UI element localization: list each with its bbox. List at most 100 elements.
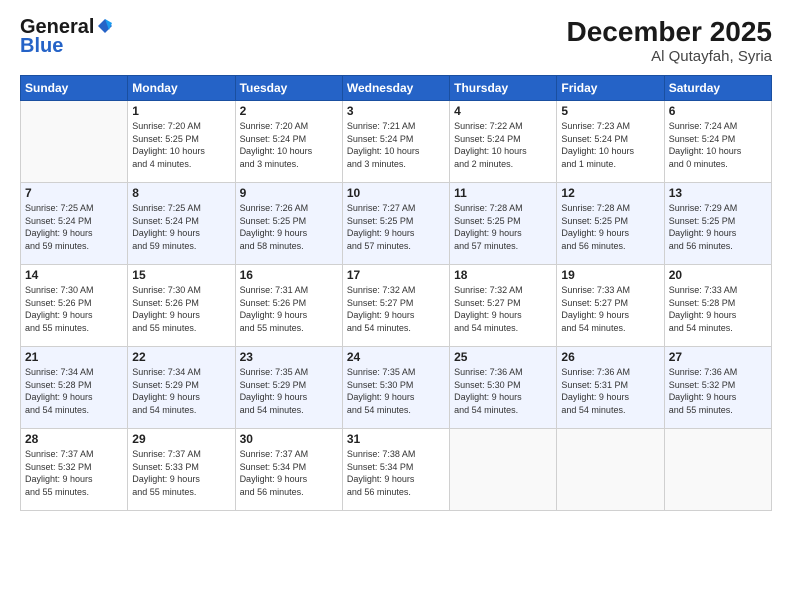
calendar-cell: 30 Sunrise: 7:37 AM Sunset: 5:34 PM Dayli… <box>235 429 342 511</box>
calendar-cell: 26Sunrise: 7:36 AM Sunset: 5:31 PM Dayli… <box>557 347 664 429</box>
cell-content: Sunrise: 7:36 AM Sunset: 5:32 PM Dayligh… <box>669 366 767 416</box>
logo: General Blue <box>20 16 114 58</box>
day-number: 7 <box>25 186 123 200</box>
cell-content: Sunrise: 7:30 AM Sunset: 5:26 PM Dayligh… <box>25 284 123 334</box>
day-number: 17 <box>347 268 445 282</box>
weekday-header: Monday <box>128 76 235 101</box>
cell-content: Sunrise: 7:28 AM Sunset: 5:25 PM Dayligh… <box>561 202 659 252</box>
calendar-cell: 5Sunrise: 7:23 AM Sunset: 5:24 PM Daylig… <box>557 101 664 183</box>
calendar-cell: 12 Sunrise: 7:28 AM Sunset: 5:25 PM Dayli… <box>557 183 664 265</box>
calendar-cell: 20 Sunrise: 7:33 AM Sunset: 5:28 PM Dayli… <box>664 265 771 347</box>
calendar-cell: 7Sunrise: 7:25 AM Sunset: 5:24 PM Daylig… <box>21 183 128 265</box>
weekday-header: Tuesday <box>235 76 342 101</box>
calendar-cell: 10 Sunrise: 7:27 AM Sunset: 5:25 PM Dayli… <box>342 183 449 265</box>
cell-content: Sunrise: 7:37 AM Sunset: 5:34 PM Dayligh… <box>240 448 338 498</box>
day-number: 5 <box>561 104 659 118</box>
calendar-cell: 23Sunrise: 7:35 AM Sunset: 5:29 PM Dayli… <box>235 347 342 429</box>
title-block: December 2025 Al Qutayfah, Syria <box>567 16 772 65</box>
calendar-header-row: SundayMondayTuesdayWednesdayThursdayFrid… <box>21 76 772 101</box>
cell-content: Sunrise: 7:31 AM Sunset: 5:26 PM Dayligh… <box>240 284 338 334</box>
day-number: 16 <box>240 268 338 282</box>
day-number: 28 <box>25 432 123 446</box>
day-number: 30 <box>240 432 338 446</box>
day-number: 13 <box>669 186 767 200</box>
day-number: 12 <box>561 186 659 200</box>
calendar: SundayMondayTuesdayWednesdayThursdayFrid… <box>20 75 772 511</box>
calendar-cell: 29Sunrise: 7:37 AM Sunset: 5:33 PM Dayli… <box>128 429 235 511</box>
calendar-cell: 21 Sunrise: 7:34 AM Sunset: 5:28 PM Dayli… <box>21 347 128 429</box>
cell-content: Sunrise: 7:28 AM Sunset: 5:25 PM Dayligh… <box>454 202 552 252</box>
day-number: 4 <box>454 104 552 118</box>
day-number: 18 <box>454 268 552 282</box>
calendar-cell: 18 Sunrise: 7:32 AM Sunset: 5:27 PM Dayli… <box>450 265 557 347</box>
day-number: 21 <box>25 350 123 364</box>
cell-content: Sunrise: 7:37 AM Sunset: 5:32 PM Dayligh… <box>25 448 123 498</box>
calendar-week-row: 28 Sunrise: 7:37 AM Sunset: 5:32 PM Dayli… <box>21 429 772 511</box>
cell-content: Sunrise: 7:22 AM Sunset: 5:24 PM Dayligh… <box>454 120 552 170</box>
cell-content: Sunrise: 7:25 AM Sunset: 5:24 PM Dayligh… <box>132 202 230 252</box>
calendar-cell <box>450 429 557 511</box>
calendar-cell <box>664 429 771 511</box>
calendar-week-row: 7 Sunrise: 7:25 AM Sunset: 5:24 PM Daylig… <box>21 183 772 265</box>
calendar-cell <box>21 101 128 183</box>
location: Al Qutayfah, Syria <box>567 48 772 65</box>
day-number: 31 <box>347 432 445 446</box>
calendar-cell: 22 Sunrise: 7:34 AM Sunset: 5:29 PM Dayli… <box>128 347 235 429</box>
cell-content: Sunrise: 7:21 AM Sunset: 5:24 PM Dayligh… <box>347 120 445 170</box>
cell-content: Sunrise: 7:27 AM Sunset: 5:25 PM Dayligh… <box>347 202 445 252</box>
cell-content: Sunrise: 7:32 AM Sunset: 5:27 PM Dayligh… <box>454 284 552 334</box>
calendar-cell: 14 Sunrise: 7:30 AM Sunset: 5:26 PM Dayli… <box>21 265 128 347</box>
day-number: 24 <box>347 350 445 364</box>
day-number: 20 <box>669 268 767 282</box>
calendar-cell: 6Sunrise: 7:24 AM Sunset: 5:24 PM Daylig… <box>664 101 771 183</box>
day-number: 25 <box>454 350 552 364</box>
weekday-header: Wednesday <box>342 76 449 101</box>
day-number: 11 <box>454 186 552 200</box>
cell-content: Sunrise: 7:20 AM Sunset: 5:25 PM Dayligh… <box>132 120 230 170</box>
day-number: 9 <box>240 186 338 200</box>
calendar-cell: 13Sunrise: 7:29 AM Sunset: 5:25 PM Dayli… <box>664 183 771 265</box>
weekday-header: Sunday <box>21 76 128 101</box>
day-number: 15 <box>132 268 230 282</box>
calendar-cell: 27Sunrise: 7:36 AM Sunset: 5:32 PM Dayli… <box>664 347 771 429</box>
cell-content: Sunrise: 7:33 AM Sunset: 5:27 PM Dayligh… <box>561 284 659 334</box>
day-number: 22 <box>132 350 230 364</box>
calendar-cell: 8 Sunrise: 7:25 AM Sunset: 5:24 PM Daylig… <box>128 183 235 265</box>
weekday-header: Friday <box>557 76 664 101</box>
calendar-cell: 25 Sunrise: 7:36 AM Sunset: 5:30 PM Dayli… <box>450 347 557 429</box>
header: General Blue December 2025 Al Qutayfah, … <box>20 16 772 65</box>
calendar-cell: 16 Sunrise: 7:31 AM Sunset: 5:26 PM Dayli… <box>235 265 342 347</box>
calendar-cell: 15 Sunrise: 7:30 AM Sunset: 5:26 PM Dayli… <box>128 265 235 347</box>
calendar-week-row: 1Sunrise: 7:20 AM Sunset: 5:25 PM Daylig… <box>21 101 772 183</box>
logo-icon <box>96 17 114 35</box>
calendar-cell: 31Sunrise: 7:38 AM Sunset: 5:34 PM Dayli… <box>342 429 449 511</box>
day-number: 8 <box>132 186 230 200</box>
calendar-cell: 3Sunrise: 7:21 AM Sunset: 5:24 PM Daylig… <box>342 101 449 183</box>
page: General Blue December 2025 Al Qutayfah, … <box>0 0 792 612</box>
calendar-cell <box>557 429 664 511</box>
cell-content: Sunrise: 7:33 AM Sunset: 5:28 PM Dayligh… <box>669 284 767 334</box>
calendar-cell: 11 Sunrise: 7:28 AM Sunset: 5:25 PM Dayli… <box>450 183 557 265</box>
cell-content: Sunrise: 7:35 AM Sunset: 5:30 PM Dayligh… <box>347 366 445 416</box>
cell-content: Sunrise: 7:30 AM Sunset: 5:26 PM Dayligh… <box>132 284 230 334</box>
cell-content: Sunrise: 7:24 AM Sunset: 5:24 PM Dayligh… <box>669 120 767 170</box>
calendar-week-row: 21 Sunrise: 7:34 AM Sunset: 5:28 PM Dayli… <box>21 347 772 429</box>
cell-content: Sunrise: 7:36 AM Sunset: 5:31 PM Dayligh… <box>561 366 659 416</box>
day-number: 10 <box>347 186 445 200</box>
calendar-cell: 1Sunrise: 7:20 AM Sunset: 5:25 PM Daylig… <box>128 101 235 183</box>
calendar-cell: 19Sunrise: 7:33 AM Sunset: 5:27 PM Dayli… <box>557 265 664 347</box>
day-number: 23 <box>240 350 338 364</box>
month-title: December 2025 <box>567 16 772 48</box>
day-number: 14 <box>25 268 123 282</box>
calendar-cell: 24 Sunrise: 7:35 AM Sunset: 5:30 PM Dayli… <box>342 347 449 429</box>
calendar-cell: 4 Sunrise: 7:22 AM Sunset: 5:24 PM Daylig… <box>450 101 557 183</box>
calendar-cell: 17 Sunrise: 7:32 AM Sunset: 5:27 PM Dayli… <box>342 265 449 347</box>
cell-content: Sunrise: 7:20 AM Sunset: 5:24 PM Dayligh… <box>240 120 338 170</box>
cell-content: Sunrise: 7:32 AM Sunset: 5:27 PM Dayligh… <box>347 284 445 334</box>
logo-blue: Blue <box>20 35 63 58</box>
weekday-header: Thursday <box>450 76 557 101</box>
calendar-cell: 9Sunrise: 7:26 AM Sunset: 5:25 PM Daylig… <box>235 183 342 265</box>
cell-content: Sunrise: 7:34 AM Sunset: 5:29 PM Dayligh… <box>132 366 230 416</box>
cell-content: Sunrise: 7:36 AM Sunset: 5:30 PM Dayligh… <box>454 366 552 416</box>
cell-content: Sunrise: 7:34 AM Sunset: 5:28 PM Dayligh… <box>25 366 123 416</box>
